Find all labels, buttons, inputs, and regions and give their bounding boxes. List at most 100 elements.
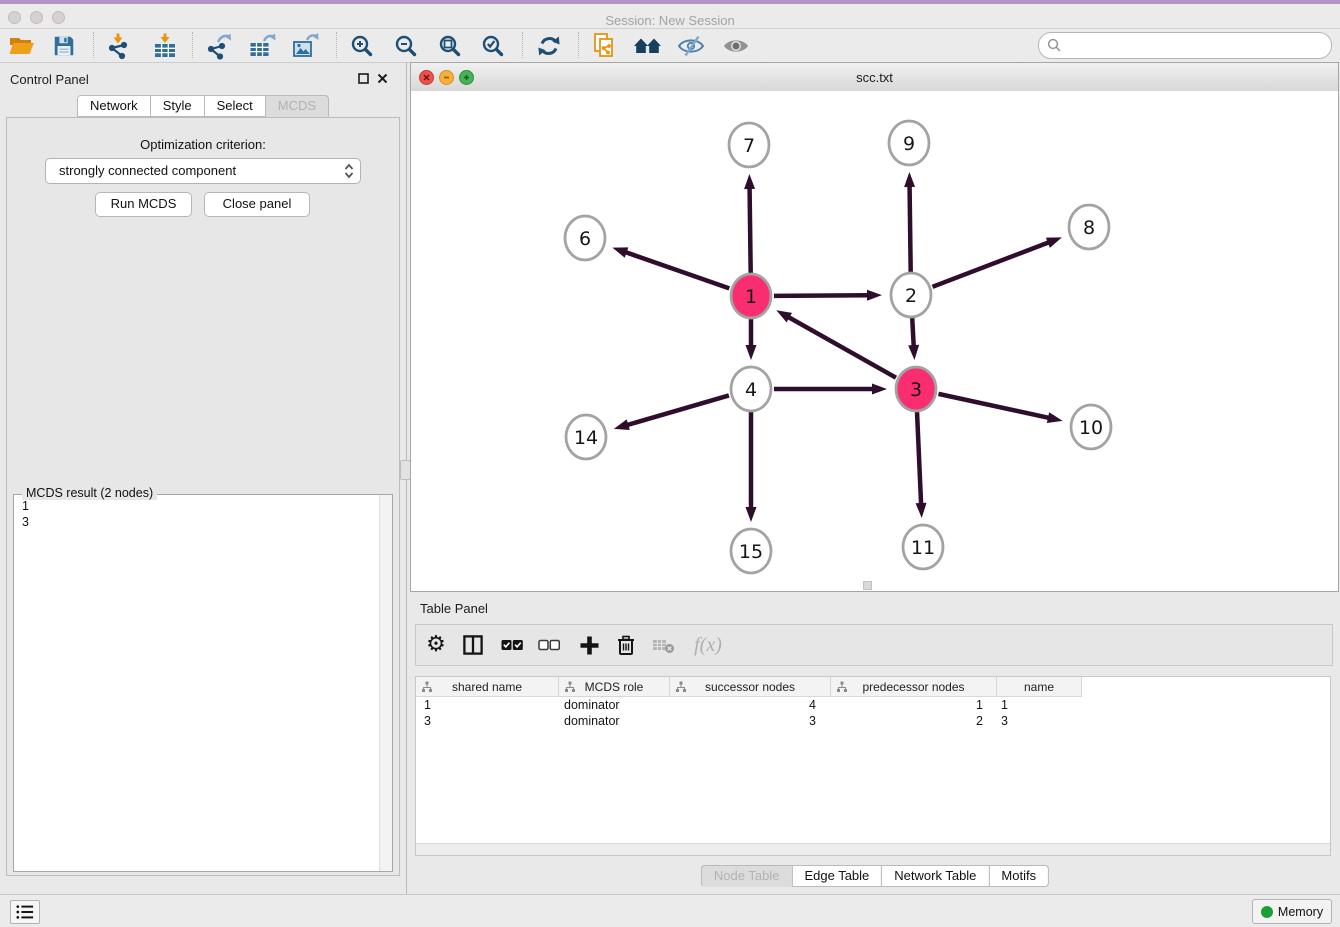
memory-button[interactable]: Memory	[1252, 899, 1332, 924]
table-cell[interactable]: dominator	[558, 697, 668, 713]
graph-edge[interactable]	[932, 242, 1050, 287]
task-history-button[interactable]	[10, 900, 40, 924]
table-cell[interactable]: 2	[828, 713, 993, 729]
import-table-icon	[151, 32, 179, 60]
hide-graphics-details-button[interactable]	[675, 30, 707, 61]
table-cell[interactable]: 3	[668, 713, 828, 729]
toolbar-separator	[522, 32, 523, 58]
column-header-successor-nodes[interactable]: successor nodes	[670, 677, 831, 697]
table-row[interactable]: 1dominator411	[416, 697, 1330, 713]
vertical-scrollbar[interactable]	[379, 495, 392, 871]
export-image-button[interactable]	[289, 30, 321, 61]
add-row-button[interactable]	[575, 631, 603, 659]
zoom-selected-button[interactable]	[477, 30, 509, 61]
graph-edge[interactable]	[917, 412, 921, 506]
mcds-panel: Optimization criterion: strongly connect…	[6, 117, 400, 876]
zoom-fit-button[interactable]	[434, 30, 466, 61]
table-toolbar: ⚙	[415, 624, 1333, 666]
trash-icon	[615, 634, 637, 656]
tab-node-table[interactable]: Node Table	[701, 865, 793, 887]
graph-node-label: 14	[574, 427, 598, 449]
table-cell[interactable]: 3	[416, 713, 558, 729]
graph-edge-arrowhead	[746, 507, 757, 522]
window-title: Session: New Session	[0, 13, 1340, 28]
zoom-in-icon	[349, 33, 375, 59]
close-panel-button[interactable]	[376, 72, 389, 85]
table-cell[interactable]: dominator	[558, 713, 668, 729]
export-table-icon	[248, 32, 276, 60]
optimization-criterion-dropdown[interactable]: strongly connected component	[45, 158, 361, 184]
tab-network[interactable]: Network	[77, 95, 151, 117]
network-window-titlebar[interactable]: scc.txt	[411, 63, 1338, 92]
graph-edge[interactable]	[938, 394, 1050, 418]
close-panel-button-inner[interactable]: Close panel	[204, 192, 310, 217]
gear-icon: ⚙	[426, 634, 446, 656]
table-settings-button[interactable]: ⚙	[422, 631, 450, 659]
import-network-button[interactable]	[102, 30, 134, 61]
export-network-button[interactable]	[202, 30, 234, 61]
column-header-predecessor-nodes[interactable]: predecessor nodes	[831, 677, 997, 697]
table-cell[interactable]: 1	[828, 697, 993, 713]
select-all-rows-button[interactable]	[498, 631, 526, 659]
deselect-all-rows-button[interactable]	[535, 631, 563, 659]
network-documents-icon	[592, 32, 618, 60]
network-canvas[interactable]: 1234678910111415	[411, 91, 1338, 591]
graph-edge[interactable]	[910, 184, 911, 272]
tab-network-table[interactable]: Network Table	[881, 865, 989, 887]
toolbar-separator	[336, 32, 337, 58]
table-body: 1dominator4113dominator323	[416, 697, 1330, 729]
graph-edge-arrowhead	[1047, 412, 1063, 423]
show-all-networks-button[interactable]	[632, 30, 664, 61]
graph-node-label: 8	[1083, 217, 1095, 239]
show-column-button[interactable]	[459, 631, 487, 659]
save-session-button[interactable]	[48, 30, 80, 61]
zoom-in-button[interactable]	[346, 30, 378, 61]
table-cell[interactable]: 1	[993, 697, 1077, 713]
graph-edge[interactable]	[912, 318, 914, 348]
list-icon	[14, 903, 36, 921]
network-graph[interactable]: 1234678910111415	[411, 91, 1338, 590]
column-label: shared name	[452, 680, 522, 694]
table-row[interactable]: 3dominator323	[416, 713, 1330, 729]
network-overview-button[interactable]	[589, 30, 621, 61]
table-cell[interactable]: 4	[668, 697, 828, 713]
graph-edge[interactable]	[624, 252, 730, 289]
column-header-mcds-role[interactable]: MCDS role	[559, 677, 670, 697]
toolbar-separator	[192, 32, 193, 58]
import-table-button[interactable]	[149, 30, 181, 61]
eye-slash-icon	[677, 34, 705, 58]
column-header-name[interactable]: name	[997, 677, 1082, 697]
show-graphics-details-button[interactable]	[720, 30, 752, 61]
run-mcds-button[interactable]: Run MCDS	[95, 192, 192, 217]
refresh-view-button[interactable]	[533, 30, 565, 61]
column-header-shared-name[interactable]: shared name	[416, 677, 559, 697]
tab-style[interactable]: Style	[150, 95, 205, 117]
horizontal-scrollbar[interactable]	[416, 843, 1330, 855]
graph-edge[interactable]	[625, 395, 729, 425]
search-input[interactable]	[1065, 35, 1324, 56]
tab-motifs[interactable]: Motifs	[988, 865, 1049, 887]
function-builder-button[interactable]: f(x)	[690, 631, 726, 659]
graph-node-label: 9	[903, 133, 915, 155]
float-panel-button[interactable]	[357, 72, 370, 85]
canvas-resize-handle[interactable]	[863, 581, 872, 590]
tab-select[interactable]: Select	[204, 95, 266, 117]
export-table-button[interactable]	[246, 30, 278, 61]
table-cell[interactable]: 1	[416, 697, 558, 713]
hierarchy-icon	[836, 681, 848, 693]
close-icon	[377, 73, 388, 84]
open-session-button[interactable]	[6, 30, 38, 61]
zoom-out-button[interactable]	[390, 30, 422, 61]
graph-edge[interactable]	[774, 295, 870, 296]
graph-edge[interactable]	[787, 316, 896, 378]
graph-edge-arrowhead	[916, 503, 927, 518]
tab-mcds[interactable]: MCDS	[265, 95, 329, 117]
tab-edge-table[interactable]: Edge Table	[791, 865, 882, 887]
delete-table-button[interactable]	[649, 631, 677, 659]
titlebar: Session: New Session	[0, 4, 1340, 29]
network-view-window: scc.txt 1234678910111415	[410, 62, 1339, 592]
search-box[interactable]	[1038, 32, 1332, 59]
delete-row-button[interactable]	[612, 631, 640, 659]
table-cell[interactable]: 3	[993, 713, 1077, 729]
graph-edge[interactable]	[750, 186, 751, 273]
